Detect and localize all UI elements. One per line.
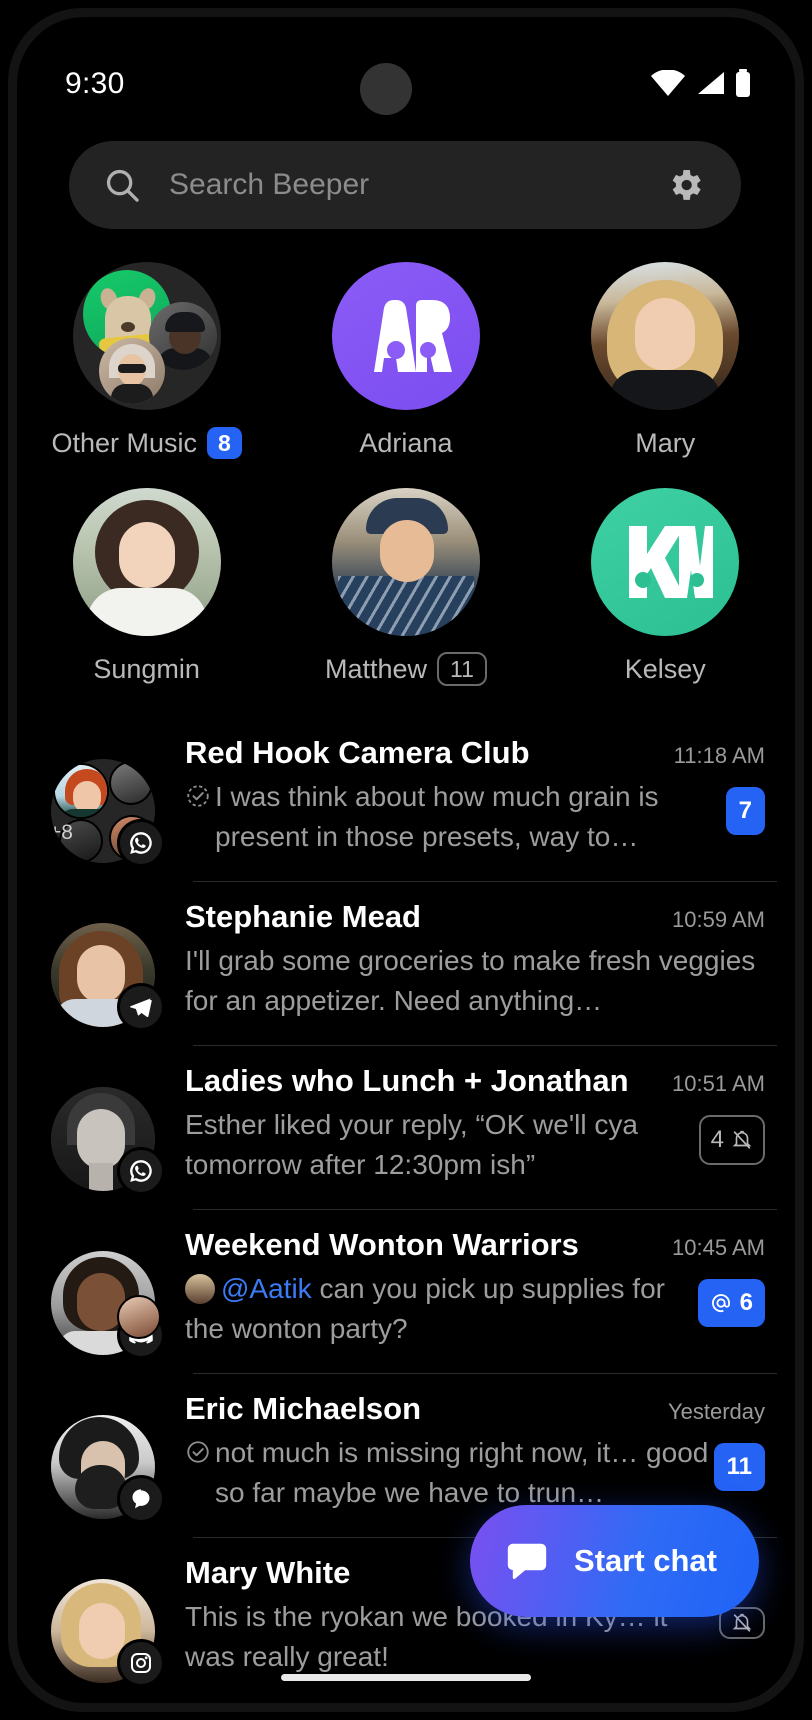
chat-timestamp: Yesterday (667, 1399, 765, 1424)
whatsapp-icon (117, 1147, 165, 1195)
pinned-label: Adriana (359, 427, 453, 458)
search-bar[interactable] (69, 141, 741, 229)
gear-icon[interactable] (665, 165, 705, 205)
avatar (51, 1579, 165, 1687)
avatar (51, 1415, 165, 1523)
pinned-chats-grid: Other Music 8 Adriana Mary Sungmin Matth… (17, 262, 795, 686)
mention-count: 6 (739, 1289, 753, 1316)
chat-timestamp: 10:59 AM (672, 907, 765, 932)
start-chat-button[interactable]: Start chat (470, 1505, 759, 1617)
group-stack-avatar (72, 262, 221, 410)
monogram-green-avatar (591, 488, 740, 636)
photo-avatar (331, 488, 480, 636)
stack-avatar-3 (98, 338, 165, 404)
camera-punch-hole (360, 63, 412, 115)
sent-check-icon (187, 1441, 209, 1463)
chat-preview-text: I'll grab some groceries to make fresh v… (185, 945, 756, 1016)
at-sign-icon (711, 1294, 730, 1313)
search-input[interactable] (169, 168, 665, 202)
unread-count: 4 (710, 1126, 724, 1153)
pinned-row-1: Other Music 8 Adriana Mary (17, 262, 795, 460)
pinned-item-kelsey[interactable]: Kelsey (536, 488, 795, 686)
sending-check-icon (187, 785, 209, 807)
pinned-unread-badge: 8 (207, 427, 242, 459)
battery-icon (736, 69, 750, 97)
chat-timestamp: 11:18 AM (673, 743, 765, 768)
chat-title: Ladies who Lunch + Jonathan (185, 1063, 629, 1098)
pinned-label: Sungmin (93, 653, 200, 684)
chat-title: Stephanie Mead (185, 899, 421, 934)
pinned-item-other-music[interactable]: Other Music 8 (17, 262, 276, 460)
avatar (51, 1087, 165, 1195)
photo-avatar (591, 262, 740, 410)
muted-unread-badge: 4 (698, 1115, 765, 1165)
status-bar: 9:30 (17, 17, 795, 122)
mention-token: @Aatik (221, 1273, 312, 1304)
start-chat-label: Start chat (574, 1543, 717, 1578)
avatar (51, 1251, 165, 1359)
sender-thumbnail-icon (185, 1274, 215, 1304)
chat-preview-text: Esther liked your reply, “OK we'll cya t… (185, 1109, 638, 1180)
home-indicator (281, 1674, 531, 1681)
avatar: +8 (51, 759, 165, 867)
phone-frame: 9:30 Search Beeper Other Music 8 Adriana… (0, 0, 812, 1720)
chat-timestamp: 10:51 AM (672, 1071, 765, 1096)
instagram-icon (117, 1639, 165, 1687)
pinned-label: Mary (635, 427, 696, 458)
chat-timestamp: 10:45 AM (672, 1235, 765, 1260)
chat-bubble-icon (507, 1543, 547, 1580)
pinned-row-2: Sungmin Matthew 11 Kelsey (17, 488, 795, 686)
pinned-item-adriana[interactable]: Adriana (276, 262, 535, 460)
photo-avatar (72, 488, 221, 636)
app-screen: 9:30 Search Beeper Other Music 8 Adriana… (17, 17, 795, 1703)
pinned-item-sungmin[interactable]: Sungmin (17, 488, 276, 686)
chat-title: Eric Michaelson (185, 1391, 422, 1426)
ar-monogram-icon (373, 300, 452, 372)
chat-preview-text: I was think about how much grain is pres… (215, 781, 659, 852)
table-row[interactable]: Stephanie Mead 10:59 AM I'll grab some g… (17, 881, 795, 1045)
chat-preview-text: @Aatik can you pick up supplies for the … (185, 1269, 698, 1349)
chat-title: Red Hook Camera Club (185, 735, 530, 770)
chat-preview-text: not much is missing right now, it… good … (215, 1437, 709, 1508)
cellular-icon (698, 72, 724, 94)
pinned-item-matthew[interactable]: Matthew 11 (276, 488, 535, 686)
pinned-item-mary[interactable]: Mary (536, 262, 795, 460)
unread-count-badge: 7 (725, 787, 765, 835)
pinned-label: Other Music (51, 427, 198, 458)
bell-off-icon (732, 1130, 752, 1149)
pinned-label: Kelsey (624, 653, 706, 684)
avatar (51, 923, 165, 1031)
mention-unread-badge: 6 (697, 1279, 765, 1327)
phone-bezel: 9:30 Search Beeper Other Music 8 Adriana… (8, 8, 804, 1712)
status-icons (651, 69, 751, 97)
telegram-icon (117, 983, 165, 1031)
table-row[interactable]: Ladies who Lunch + Jonathan 10:51 AM Est… (17, 1045, 795, 1209)
wifi-icon (651, 70, 685, 96)
table-row[interactable]: Weekend Wonton Warriors 10:45 AM @Aatik … (17, 1209, 795, 1373)
status-clock: 9:30 (65, 67, 125, 100)
whatsapp-icon (117, 819, 165, 867)
signal-icon (117, 1475, 165, 1523)
unread-count-badge: 11 (713, 1443, 765, 1491)
pinned-muted-badge: 11 (437, 652, 487, 686)
chat-title: Weekend Wonton Warriors (185, 1227, 579, 1262)
table-row[interactable]: +8 Red Hook Camera Club 11:18 AM I was t… (17, 717, 795, 881)
overflow-count: +8 (51, 821, 73, 844)
bell-off-icon (732, 1613, 752, 1632)
monogram-purple-avatar (331, 262, 480, 410)
kw-monogram-icon (629, 526, 714, 598)
pinned-label: Matthew (324, 653, 428, 684)
search-icon (106, 169, 139, 202)
chat-title: Mary White (185, 1555, 351, 1590)
